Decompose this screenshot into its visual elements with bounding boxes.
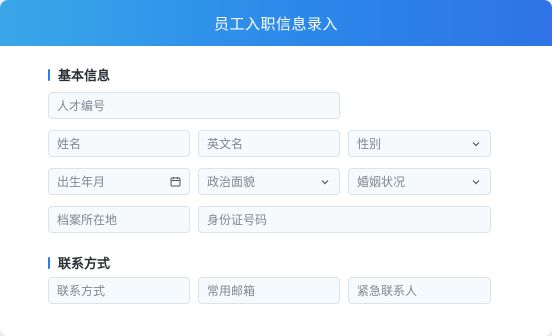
talent-number-field[interactable] bbox=[48, 92, 340, 119]
birth-date-label: 出生年月 bbox=[57, 175, 106, 189]
name-field[interactable] bbox=[48, 130, 190, 157]
emergency-contact-field[interactable] bbox=[348, 277, 491, 304]
form-title: 员工入职信息录入 bbox=[213, 14, 338, 33]
name-input[interactable] bbox=[57, 136, 181, 151]
chevron-down-icon bbox=[470, 138, 482, 150]
id-number-field[interactable] bbox=[198, 206, 491, 233]
contact-method-input[interactable] bbox=[57, 283, 181, 298]
calendar-icon[interactable] bbox=[169, 176, 181, 188]
section-label-contact: 联系方式 bbox=[58, 257, 111, 272]
marital-status-select[interactable]: 婚姻状况 bbox=[348, 168, 491, 195]
political-status-select[interactable]: 政治面貌 bbox=[198, 168, 340, 195]
talent-number-input[interactable] bbox=[57, 98, 331, 113]
chevron-down-icon bbox=[470, 176, 482, 188]
email-field[interactable] bbox=[198, 277, 340, 304]
section-accent-bar bbox=[48, 256, 50, 269]
archive-location-field[interactable] bbox=[48, 206, 190, 233]
section-title-contact: 联系方式 bbox=[48, 253, 110, 272]
contact-method-field[interactable] bbox=[48, 277, 190, 304]
section-accent-bar bbox=[48, 68, 50, 81]
english-name-field[interactable] bbox=[198, 130, 340, 157]
birth-date-picker[interactable]: 出生年月 bbox=[48, 168, 190, 195]
onboarding-form-card: 员工入职信息录入 基本信息 性别 出生年月 政治面貌 bbox=[0, 0, 552, 336]
emergency-contact-input[interactable] bbox=[357, 283, 482, 298]
political-status-label: 政治面貌 bbox=[207, 175, 256, 189]
section-label-basic: 基本信息 bbox=[58, 69, 111, 84]
marital-status-label: 婚姻状况 bbox=[357, 175, 406, 189]
gender-select-label: 性别 bbox=[357, 137, 382, 151]
gender-select[interactable]: 性别 bbox=[348, 130, 491, 157]
chevron-down-icon bbox=[319, 176, 331, 188]
archive-location-input[interactable] bbox=[57, 212, 181, 227]
form-header: 员工入职信息录入 bbox=[0, 0, 552, 46]
email-input[interactable] bbox=[207, 283, 331, 298]
section-title-basic: 基本信息 bbox=[48, 65, 110, 84]
id-number-input[interactable] bbox=[207, 212, 482, 227]
english-name-input[interactable] bbox=[207, 136, 331, 151]
